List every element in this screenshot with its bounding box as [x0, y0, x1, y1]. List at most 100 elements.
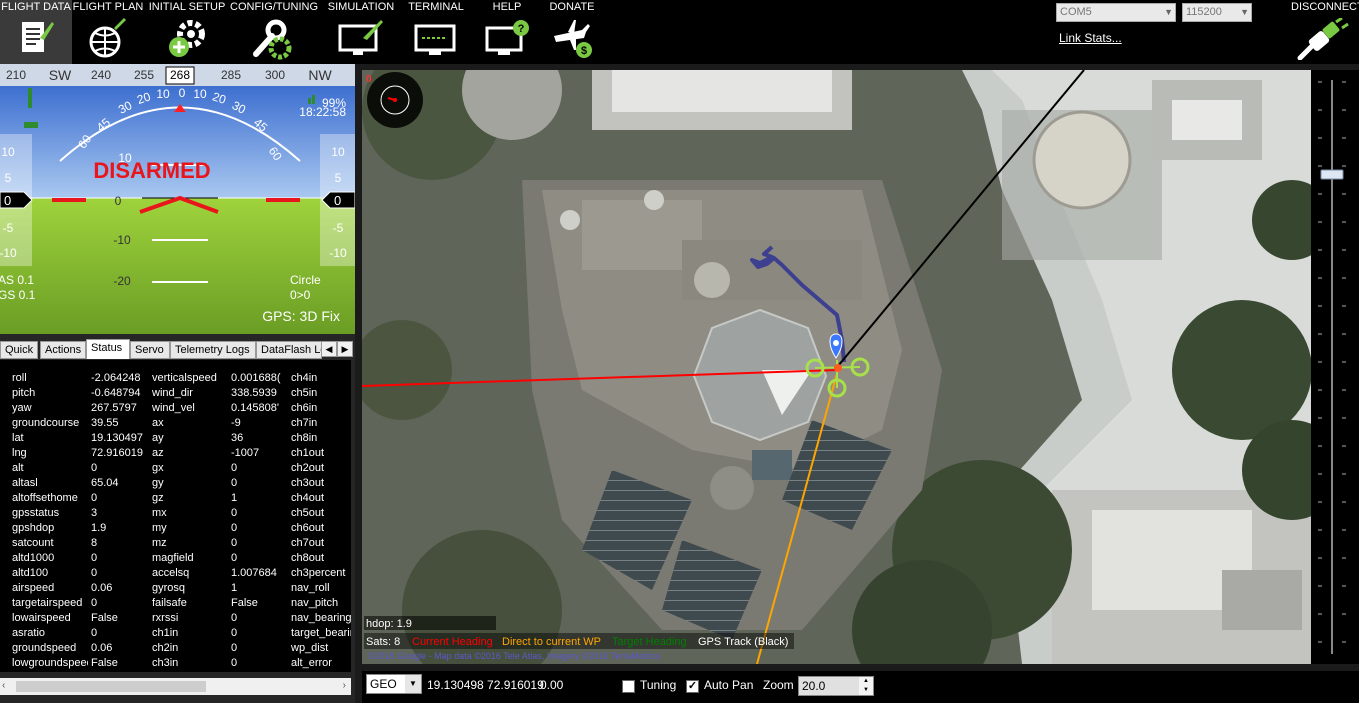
status-field-name: verticalspeed — [152, 372, 217, 384]
status-field-value: 0 — [231, 642, 238, 654]
status-field-name: lowairspeed — [12, 612, 71, 624]
autopan-checkbox[interactable]: ✓ — [686, 680, 699, 693]
chevron-down-icon: ▼ — [1164, 7, 1173, 17]
status-field-value: 39.55 — [91, 417, 119, 429]
status-field-value: 267.5797 — [91, 402, 137, 414]
tab-actions[interactable]: Actions — [40, 341, 86, 359]
current-coordinates: 19.130498 72.916019 — [427, 678, 544, 692]
tuning-checkbox[interactable] — [622, 680, 635, 693]
donate-button[interactable]: DONATE $ — [544, 0, 600, 64]
status-field-name: roll — [12, 372, 27, 384]
status-field-value: 0 — [231, 537, 238, 549]
status-field-name: ch8in — [291, 432, 318, 444]
baud-rate-select[interactable]: 115200 ▼ — [1182, 3, 1252, 22]
chevron-down-icon: ▼ — [405, 675, 421, 693]
status-field-value: False — [231, 597, 258, 609]
status-field-name: ch3percent — [291, 567, 346, 579]
config-tuning-button[interactable]: CONFIG/TUNING — [230, 0, 318, 64]
compass-tick: 285 — [221, 68, 241, 82]
tab-telemetry-logs[interactable]: Telemetry Logs — [170, 341, 256, 359]
current-altitude: 0.00 — [540, 678, 564, 692]
map-view[interactable]: 0 hdop: 1.9 Sats: 8 Current Heading Dire… — [362, 70, 1311, 664]
zoom-slider-panel — [1311, 70, 1359, 664]
status-field-value: -2.064248 — [91, 372, 141, 384]
scrollbar-thumb[interactable] — [16, 681, 206, 692]
status-field-value: 0 — [91, 627, 98, 639]
status-field-value: 0 — [231, 507, 238, 519]
mini-compass-value: 0 — [366, 74, 372, 85]
svg-text:?: ? — [518, 23, 525, 35]
status-field-name: gx — [152, 462, 164, 474]
status-field-name: groundcourse — [12, 417, 80, 429]
tab-strip: Quick Actions Status Servo Telemetry Log… — [0, 339, 355, 359]
sats-text: Sats: 8 — [366, 636, 400, 648]
autopan-label: Auto Pan — [704, 678, 754, 692]
airspeed-value: 0 — [4, 193, 11, 208]
status-field-name: ch7in — [291, 417, 318, 429]
flight-data-button[interactable]: FLIGHT DATA — [0, 0, 72, 64]
status-field-name: ch1in — [152, 627, 179, 639]
svg-text:5: 5 — [5, 171, 12, 185]
svg-text:10: 10 — [156, 87, 170, 101]
status-field-name: lowgroundspeed — [12, 657, 88, 669]
disconnect-plug-icon[interactable] — [1296, 18, 1352, 60]
chevron-down-icon: ▼ — [1240, 7, 1249, 17]
status-field-value: 338.5939 — [231, 387, 277, 399]
com-port-select[interactable]: COM5 ▼ — [1056, 3, 1176, 22]
chevron-up-icon[interactable]: ▲ — [859, 677, 873, 686]
flight-mode: Circle — [290, 273, 321, 287]
tab-quick[interactable]: Quick — [0, 341, 38, 359]
zoom-stepper[interactable]: 20.0 ▲ ▼ — [798, 676, 874, 696]
status-field-value: 1.007684 — [231, 567, 277, 579]
disconnect-label: DISCONNECT — [1291, 1, 1359, 13]
svg-text:-5: -5 — [333, 221, 344, 235]
status-field-value: 0 — [231, 657, 238, 669]
status-field-name: groundspeed — [12, 642, 77, 654]
status-field-name: ch4in — [291, 372, 318, 384]
status-field-name: failsafe — [152, 597, 187, 609]
tab-scroll-right-icon[interactable]: ▶ — [337, 341, 353, 357]
top-menu-bar: FLIGHT DATA FLIGHT PLAN INITIAL SETUP CO… — [0, 0, 1359, 64]
status-field-name: gz — [152, 492, 164, 504]
compass-heading-value: 268 — [170, 68, 190, 82]
status-field-name: nav_pitch — [291, 597, 339, 609]
status-field-value: 0 — [231, 627, 238, 639]
svg-text:$: $ — [581, 45, 587, 57]
horizontal-scrollbar[interactable]: ‹ › — [0, 678, 351, 695]
svg-text:-5: -5 — [3, 221, 14, 235]
zoom-slider-thumb[interactable] — [1320, 169, 1344, 180]
scroll-left-icon[interactable]: ‹ — [2, 680, 5, 691]
coordinate-system-select[interactable]: GEO ▼ — [366, 674, 422, 694]
svg-text:-10: -10 — [0, 246, 17, 260]
help-button[interactable]: HELP ? — [478, 0, 536, 64]
config-tuning-icon — [253, 19, 292, 60]
status-field-value: 8 — [91, 537, 98, 549]
compass-tick: 210 — [6, 68, 26, 82]
scroll-right-icon[interactable]: › — [343, 680, 346, 691]
initial-setup-button[interactable]: INITIAL SETUP — [148, 0, 226, 64]
status-field-value: 0 — [91, 567, 98, 579]
link-stats-link[interactable]: Link Stats... — [1059, 31, 1122, 45]
tab-dataflash-logs[interactable]: DataFlash Lo — [256, 341, 322, 359]
status-field-value: 0 — [231, 612, 238, 624]
status-field-value: 1 — [231, 492, 238, 504]
svg-text:0: 0 — [115, 194, 122, 208]
status-field-name: ch2in — [152, 642, 179, 654]
status-field-value: 1.9 — [91, 522, 107, 534]
svg-text:-10: -10 — [329, 246, 347, 260]
status-field-value: 0.145808' — [231, 402, 279, 414]
status-field-name: satcount — [12, 537, 54, 549]
gps-status: GPS: 3D Fix — [262, 308, 340, 324]
tab-servo[interactable]: Servo — [130, 341, 170, 359]
flight-data-icon — [22, 22, 54, 52]
status-field-name: ax — [152, 417, 164, 429]
chevron-down-icon[interactable]: ▼ — [859, 686, 873, 695]
status-field-value: 0 — [91, 552, 98, 564]
tab-status[interactable]: Status — [86, 339, 130, 359]
status-field-name: altd100 — [12, 567, 49, 579]
simulation-button[interactable]: SIMULATION — [326, 0, 396, 64]
status-field-value: 0 — [231, 462, 238, 474]
flight-plan-button[interactable]: FLIGHT PLAN — [72, 0, 144, 64]
tab-scroll-left-icon[interactable]: ◀ — [321, 341, 337, 357]
terminal-button[interactable]: TERMINAL — [406, 0, 466, 64]
